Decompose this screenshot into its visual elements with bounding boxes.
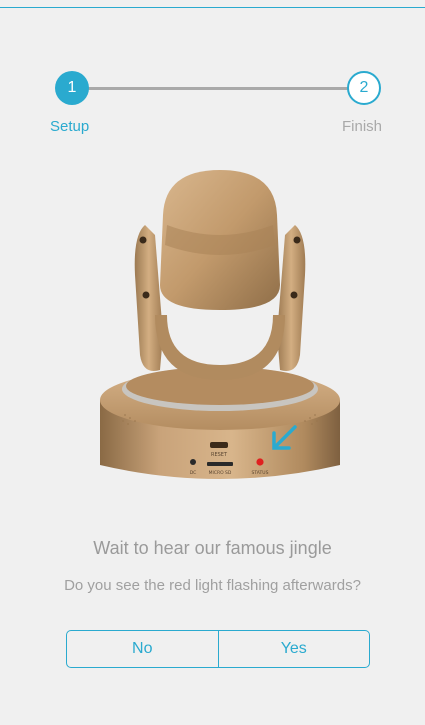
camera-image: RESET DC MICRO SD STATUS (100, 170, 340, 479)
step-1-indicator: 1 (55, 71, 89, 105)
step-1-number: 1 (67, 79, 77, 96)
svg-text:DC: DC (190, 470, 197, 476)
setup-screen: 1 2 Setup Finish RESET DC MICRO SD STATU… (0, 0, 425, 725)
step-1-label: Setup (50, 118, 90, 135)
stepper-connector (72, 87, 364, 90)
answer-button-group: No Yes (66, 630, 370, 668)
no-button[interactable]: No (67, 631, 218, 667)
instruction-question: Do you see the red light flashing afterw… (64, 577, 361, 594)
step-2-label: Finish (342, 118, 383, 135)
step-2-indicator: 2 (347, 71, 381, 105)
step-2-number: 2 (359, 79, 369, 96)
instruction-heading: Wait to hear our famous jingle (93, 538, 332, 558)
yes-button[interactable]: Yes (217, 631, 370, 667)
svg-text:RESET: RESET (211, 452, 228, 458)
progress-stepper: 1 2 Setup Finish (0, 0, 425, 140)
camera-illustration: RESET DC MICRO SD STATUS (85, 165, 355, 490)
svg-text:MICRO SD: MICRO SD (209, 470, 232, 476)
svg-text:STATUS: STATUS (252, 470, 269, 476)
